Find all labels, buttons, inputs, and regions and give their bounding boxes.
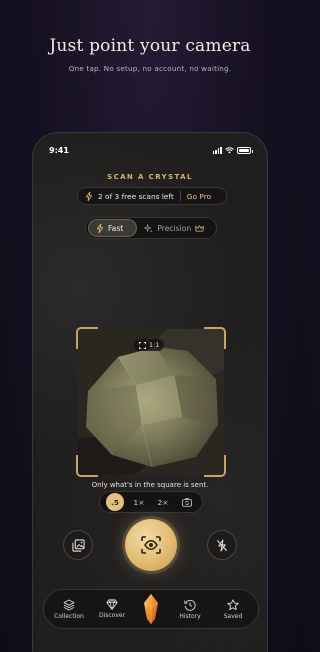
tab-discover-label: Discover: [98, 612, 126, 619]
free-scans-pill[interactable]: 2 of 3 free scans left Go Pro: [77, 187, 227, 205]
flip-camera-button[interactable]: [178, 493, 196, 511]
wifi-icon: [225, 146, 234, 153]
aspect-ratio-badge: 1:1: [134, 339, 165, 351]
tab-history-label: History: [179, 612, 201, 620]
shutter-scan-button[interactable]: [125, 519, 177, 571]
mode-fast-label: Fast: [108, 223, 124, 233]
crystal-icon: [143, 594, 159, 624]
tab-saved-label: Saved: [223, 612, 243, 620]
tab-collection-label: Collection: [54, 612, 84, 620]
signal-icon: [212, 146, 222, 154]
tab-discover[interactable]: Discover: [93, 599, 131, 619]
gallery-icon: [71, 538, 85, 552]
flash-off-icon: [216, 538, 228, 552]
tab-collection[interactable]: Collection: [50, 599, 88, 620]
marketing-headline: Just point your camera: [49, 36, 251, 56]
zoom-2x-button[interactable]: 2×: [154, 493, 172, 511]
tab-saved[interactable]: Saved: [214, 598, 252, 620]
mode-fast-button[interactable]: Fast: [88, 219, 138, 237]
flash-toggle-button[interactable]: [207, 530, 237, 560]
frame-corner: [204, 455, 226, 477]
sparkle-icon: [144, 223, 153, 233]
scan-mode-toggle: Fast Precision: [85, 217, 217, 239]
layers-icon: [63, 599, 75, 610]
framing-hint: Only what's in the square is sent.: [91, 481, 209, 489]
bottom-tab-bar: Collection Discover History Saved: [43, 589, 259, 629]
star-icon: [227, 598, 239, 610]
zoom-selector: .5 1× 2×: [99, 491, 203, 513]
go-pro-button[interactable]: Go Pro: [187, 192, 211, 201]
bolt-icon: [96, 223, 104, 233]
frame-corner: [76, 455, 98, 477]
scan-title: SCAN A CRYSTAL: [107, 173, 193, 181]
free-scans-count: 2 of 3 free scans left: [98, 191, 174, 201]
camera-viewfinder[interactable]: 1:1: [76, 327, 226, 477]
bolt-icon: [85, 191, 93, 201]
crown-icon: [195, 224, 204, 232]
tab-scan[interactable]: [136, 592, 166, 626]
gem-icon: [106, 599, 118, 610]
gallery-button[interactable]: [63, 530, 93, 560]
history-icon: [184, 599, 196, 611]
status-time: 9:41: [49, 145, 69, 155]
frame-corner: [76, 327, 98, 349]
aspect-ratio-label: 1:1: [149, 341, 160, 349]
marketing-subline: One tap. No setup, no account, no waitin…: [68, 64, 232, 73]
frame-corner: [204, 327, 226, 349]
zoom-half-button[interactable]: .5: [106, 493, 124, 511]
mode-precision-label: Precision: [157, 223, 192, 233]
battery-icon: [237, 146, 253, 154]
scan-eye-icon: [141, 536, 161, 554]
zoom-1x-button[interactable]: 1×: [130, 493, 148, 511]
status-bar: 9:41: [49, 145, 253, 155]
crystal-preview-image: 1:1: [78, 329, 224, 475]
scan-frame-icon: [139, 341, 146, 349]
flip-camera-icon: [182, 497, 192, 507]
phone-screen: 9:41 SCAN A CRYSTAL 2 of 3 free scans le…: [32, 132, 268, 652]
tab-history[interactable]: History: [171, 599, 209, 620]
mode-precision-button[interactable]: Precision: [137, 219, 214, 237]
